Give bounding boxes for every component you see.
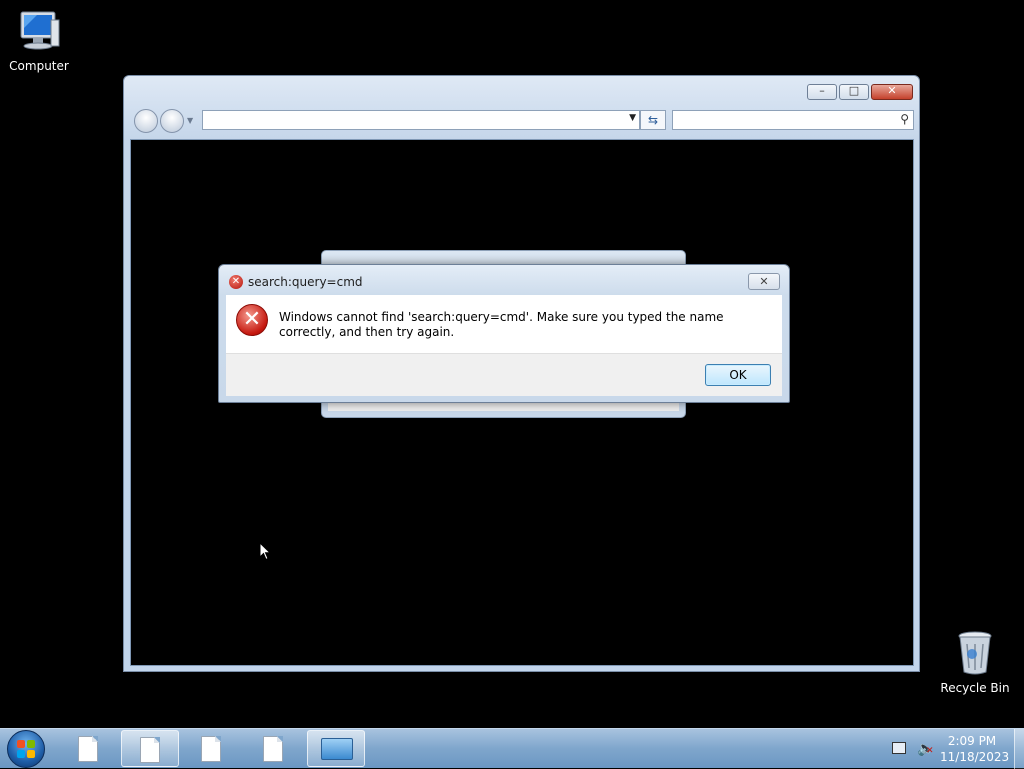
taskbar-button-document-1[interactable]: [60, 730, 118, 767]
clock-time: 2:09 PM: [947, 734, 997, 748]
volume-muted-icon[interactable]: 🔈 ✕: [917, 741, 934, 757]
desktop-icon-computer[interactable]: Computer: [1, 8, 77, 73]
background-dialog-footer: [328, 403, 679, 411]
document-icon: [201, 736, 221, 762]
computer-icon: [20, 11, 60, 50]
ok-button[interactable]: OK: [705, 364, 771, 386]
taskbar-button-document-2[interactable]: [121, 730, 179, 767]
dialog-close-button[interactable]: ✕: [748, 273, 780, 290]
taskbar-button-control-panel[interactable]: [307, 730, 365, 767]
forward-button[interactable]: [160, 109, 184, 133]
dialog-message: Windows cannot find 'search:query=cmd'. …: [279, 310, 724, 339]
taskbar: 🔈 ✕ 2:09 PM 11/18/2023: [0, 728, 1024, 769]
error-dialog[interactable]: ✕ search:query=cmd ✕ ✕ Windows cannot fi…: [218, 264, 790, 403]
control-panel-icon: [321, 738, 353, 760]
error-icon: ✕: [236, 304, 268, 336]
maximize-icon: □: [848, 84, 860, 97]
document-icon: [78, 736, 98, 762]
dialog-body: ✕ Windows cannot find 'search:query=cmd'…: [226, 295, 782, 353]
close-button[interactable]: ✕: [871, 84, 913, 100]
desktop-icon-label: Computer: [9, 59, 69, 73]
network-icon[interactable]: [892, 742, 906, 754]
caption-buttons: – □ ✕: [807, 84, 913, 100]
refresh-button[interactable]: ⇆: [640, 110, 666, 130]
back-button[interactable]: [134, 109, 158, 133]
search-input[interactable]: ⚲: [672, 110, 914, 130]
clock-date: 11/18/2023: [940, 750, 1010, 764]
minimize-button[interactable]: –: [807, 84, 837, 100]
recent-pages-dropdown-icon[interactable]: ▼: [187, 116, 193, 125]
desktop-icon-recycle-bin[interactable]: Recycle Bin: [937, 630, 1013, 695]
recycle-bin-icon: [958, 631, 992, 675]
refresh-icon: ⇆: [647, 113, 659, 127]
error-title-icon: ✕: [229, 275, 243, 289]
address-dropdown-icon[interactable]: ▼: [629, 113, 636, 123]
dialog-footer: OK: [226, 353, 782, 396]
document-icon: [263, 736, 283, 762]
start-button[interactable]: [7, 730, 45, 768]
close-icon: ✕: [759, 275, 769, 288]
show-desktop-button[interactable]: [1014, 729, 1024, 769]
document-icon: [140, 737, 160, 763]
minimize-icon: –: [819, 84, 825, 97]
dialog-title: search:query=cmd: [248, 275, 363, 289]
maximize-button[interactable]: □: [839, 84, 869, 100]
navigation-bar: ▼ ▼ ⇆ ⚲: [132, 108, 914, 133]
taskbar-button-document-3[interactable]: [183, 730, 241, 767]
close-icon: ✕: [887, 84, 897, 97]
search-icon: ⚲: [900, 112, 909, 126]
desktop-icon-label: Recycle Bin: [940, 681, 1010, 695]
clock[interactable]: 2:09 PM 11/18/2023: [940, 733, 1010, 765]
windows-logo-icon: [17, 740, 35, 758]
address-bar[interactable]: ▼: [202, 110, 640, 130]
taskbar-button-document-4[interactable]: [245, 730, 303, 767]
